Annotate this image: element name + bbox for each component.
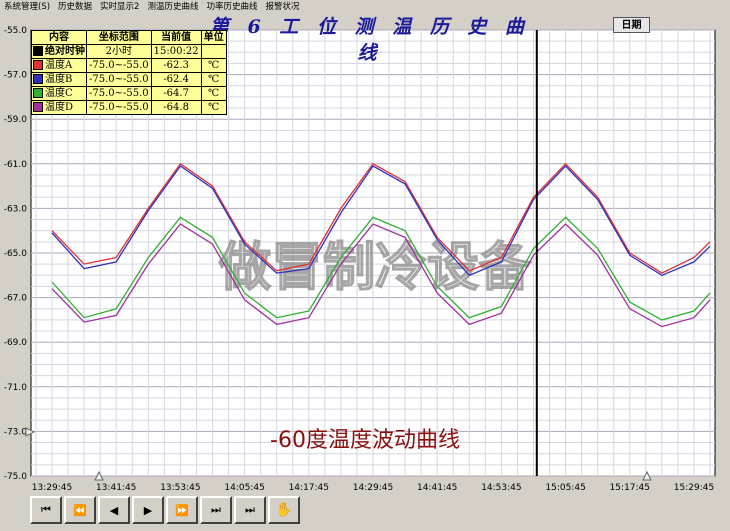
legend-row-clock[interactable]: 绝对时钟 2小时 15:00:22 — [31, 44, 227, 59]
legend-c-unit: ℃ — [200, 86, 227, 101]
fast-back-button[interactable]: ⏪ — [64, 496, 96, 524]
legend-clock-value: 15:00:22 — [150, 44, 202, 59]
legend-header-row: 内容 坐标范围 当前值 单位 — [31, 30, 227, 45]
stop-button[interactable]: ✋ — [268, 496, 300, 524]
x-tick-label: 15:05:45 — [545, 483, 585, 493]
legend-d-value: -64.8 — [150, 100, 202, 115]
y-tick-label: -59.0 — [4, 115, 28, 125]
x-tick-label: 14:53:45 — [481, 483, 521, 493]
playback-controls: ⏮ ⏪ ◀ ▶ ⏩ ⏭ ⏭ ✋ — [30, 496, 300, 524]
annotation: -60度温度波动曲线 — [270, 428, 460, 453]
chart-title: 第 6 工 位 测 温 历 史 曲 线 — [209, 16, 531, 64]
y-tick-label: -75.0 — [4, 472, 28, 482]
fast-forward-button[interactable]: ⏩ — [166, 496, 198, 524]
legend-b-value: -62.4 — [150, 72, 202, 87]
y-tick-label: -69.0 — [4, 338, 28, 348]
x-tick-label: 14:41:45 — [417, 483, 457, 493]
swatch-d-icon — [33, 102, 43, 112]
x-tick-label: 13:53:45 — [160, 483, 200, 493]
legend-header-content: 内容 — [31, 30, 87, 45]
legend-table: 内容 坐标范围 当前值 单位 绝对时钟 2小时 15:00:22 温度A -75… — [31, 30, 227, 115]
x-tick-label: 13:29:45 — [32, 483, 72, 493]
legend-header-range: 坐标范围 — [86, 30, 152, 45]
legend-row-c[interactable]: 温度C -75.0~-55.0 -64.7 ℃ — [31, 86, 227, 101]
legend-d-label: 温度D — [45, 101, 74, 113]
step-back-button[interactable]: ◀ — [98, 496, 130, 524]
legend-b-label: 温度B — [45, 73, 73, 85]
legend-row-a[interactable]: 温度A -75.0~-55.0 -62.3 ℃ — [31, 58, 227, 73]
swatch-b-icon — [33, 74, 43, 84]
legend-row-d[interactable]: 温度D -75.0~-55.0 -64.8 ℃ — [31, 100, 227, 115]
last-button[interactable]: ⏭ — [200, 496, 232, 524]
legend-header-value: 当前值 — [150, 30, 202, 45]
watermark: 做冒制冷设备 — [218, 237, 532, 298]
x-tick-label: 13:41:45 — [96, 483, 136, 493]
step-forward-button[interactable]: ▶ — [132, 496, 164, 524]
y-tick-label: -71.0 — [4, 383, 28, 393]
first-button[interactable]: ⏮ — [30, 496, 62, 524]
x-tick-label: 14:17:45 — [289, 483, 329, 493]
legend-d-label-cell: 温度D — [31, 100, 87, 115]
x-tick-label: 14:05:45 — [224, 483, 264, 493]
y-tick-label: -65.0 — [4, 249, 28, 259]
swatch-clock-icon — [33, 46, 43, 56]
x-axis-labels: 13:29:45 13:41:45 13:53:45 14:05:45 14:17:45… — [32, 483, 714, 493]
legend-b-unit: ℃ — [200, 72, 227, 87]
y-axis-labels: -55.0 -57.0 -59.0 -61.0 -63.0 -65.0 -67.0 -69.0… — [4, 26, 28, 482]
y-tick-label: -55.0 — [4, 26, 28, 36]
y-tick-label: -73.0 — [4, 427, 28, 437]
legend-c-value: -64.7 — [150, 86, 202, 101]
legend-d-range: -75.0~-55.0 — [86, 100, 152, 115]
legend-clock-unit — [200, 44, 227, 59]
legend-clock-label: 绝对时钟 — [45, 45, 85, 57]
x-tick-label: 14:29:45 — [353, 483, 393, 493]
legend-a-value: -62.3 — [150, 58, 202, 73]
legend-b-label-cell: 温度B — [31, 72, 87, 87]
swatch-c-icon — [33, 88, 43, 98]
legend-clock-range: 2小时 — [86, 44, 152, 59]
legend-a-label-cell: 温度A — [31, 58, 87, 73]
legend-clock-label-cell: 绝对时钟 — [31, 44, 87, 59]
legend-row-b[interactable]: 温度B -75.0~-55.0 -62.4 ℃ — [31, 72, 227, 87]
swatch-a-icon — [33, 60, 43, 70]
legend-a-unit: ℃ — [200, 58, 227, 73]
date-button[interactable]: 日期 — [613, 17, 650, 33]
legend-b-range: -75.0~-55.0 — [86, 72, 152, 87]
x-tick-label: 15:17:45 — [610, 483, 650, 493]
y-tick-label: -57.0 — [4, 71, 28, 81]
legend-d-unit: ℃ — [200, 100, 227, 115]
legend-header-unit: 单位 — [200, 30, 227, 45]
legend-c-range: -75.0~-55.0 — [86, 86, 152, 101]
legend-c-label: 温度C — [45, 87, 73, 99]
y-tick-label: -61.0 — [4, 160, 28, 170]
legend-c-label-cell: 温度C — [31, 86, 87, 101]
y-tick-label: -67.0 — [4, 294, 28, 304]
legend-a-label: 温度A — [45, 59, 73, 71]
x-tick-label: 15:29:45 — [674, 483, 714, 493]
y-tick-label: -63.0 — [4, 204, 28, 214]
legend-a-range: -75.0~-55.0 — [86, 58, 152, 73]
end-button[interactable]: ⏭ — [234, 496, 266, 524]
